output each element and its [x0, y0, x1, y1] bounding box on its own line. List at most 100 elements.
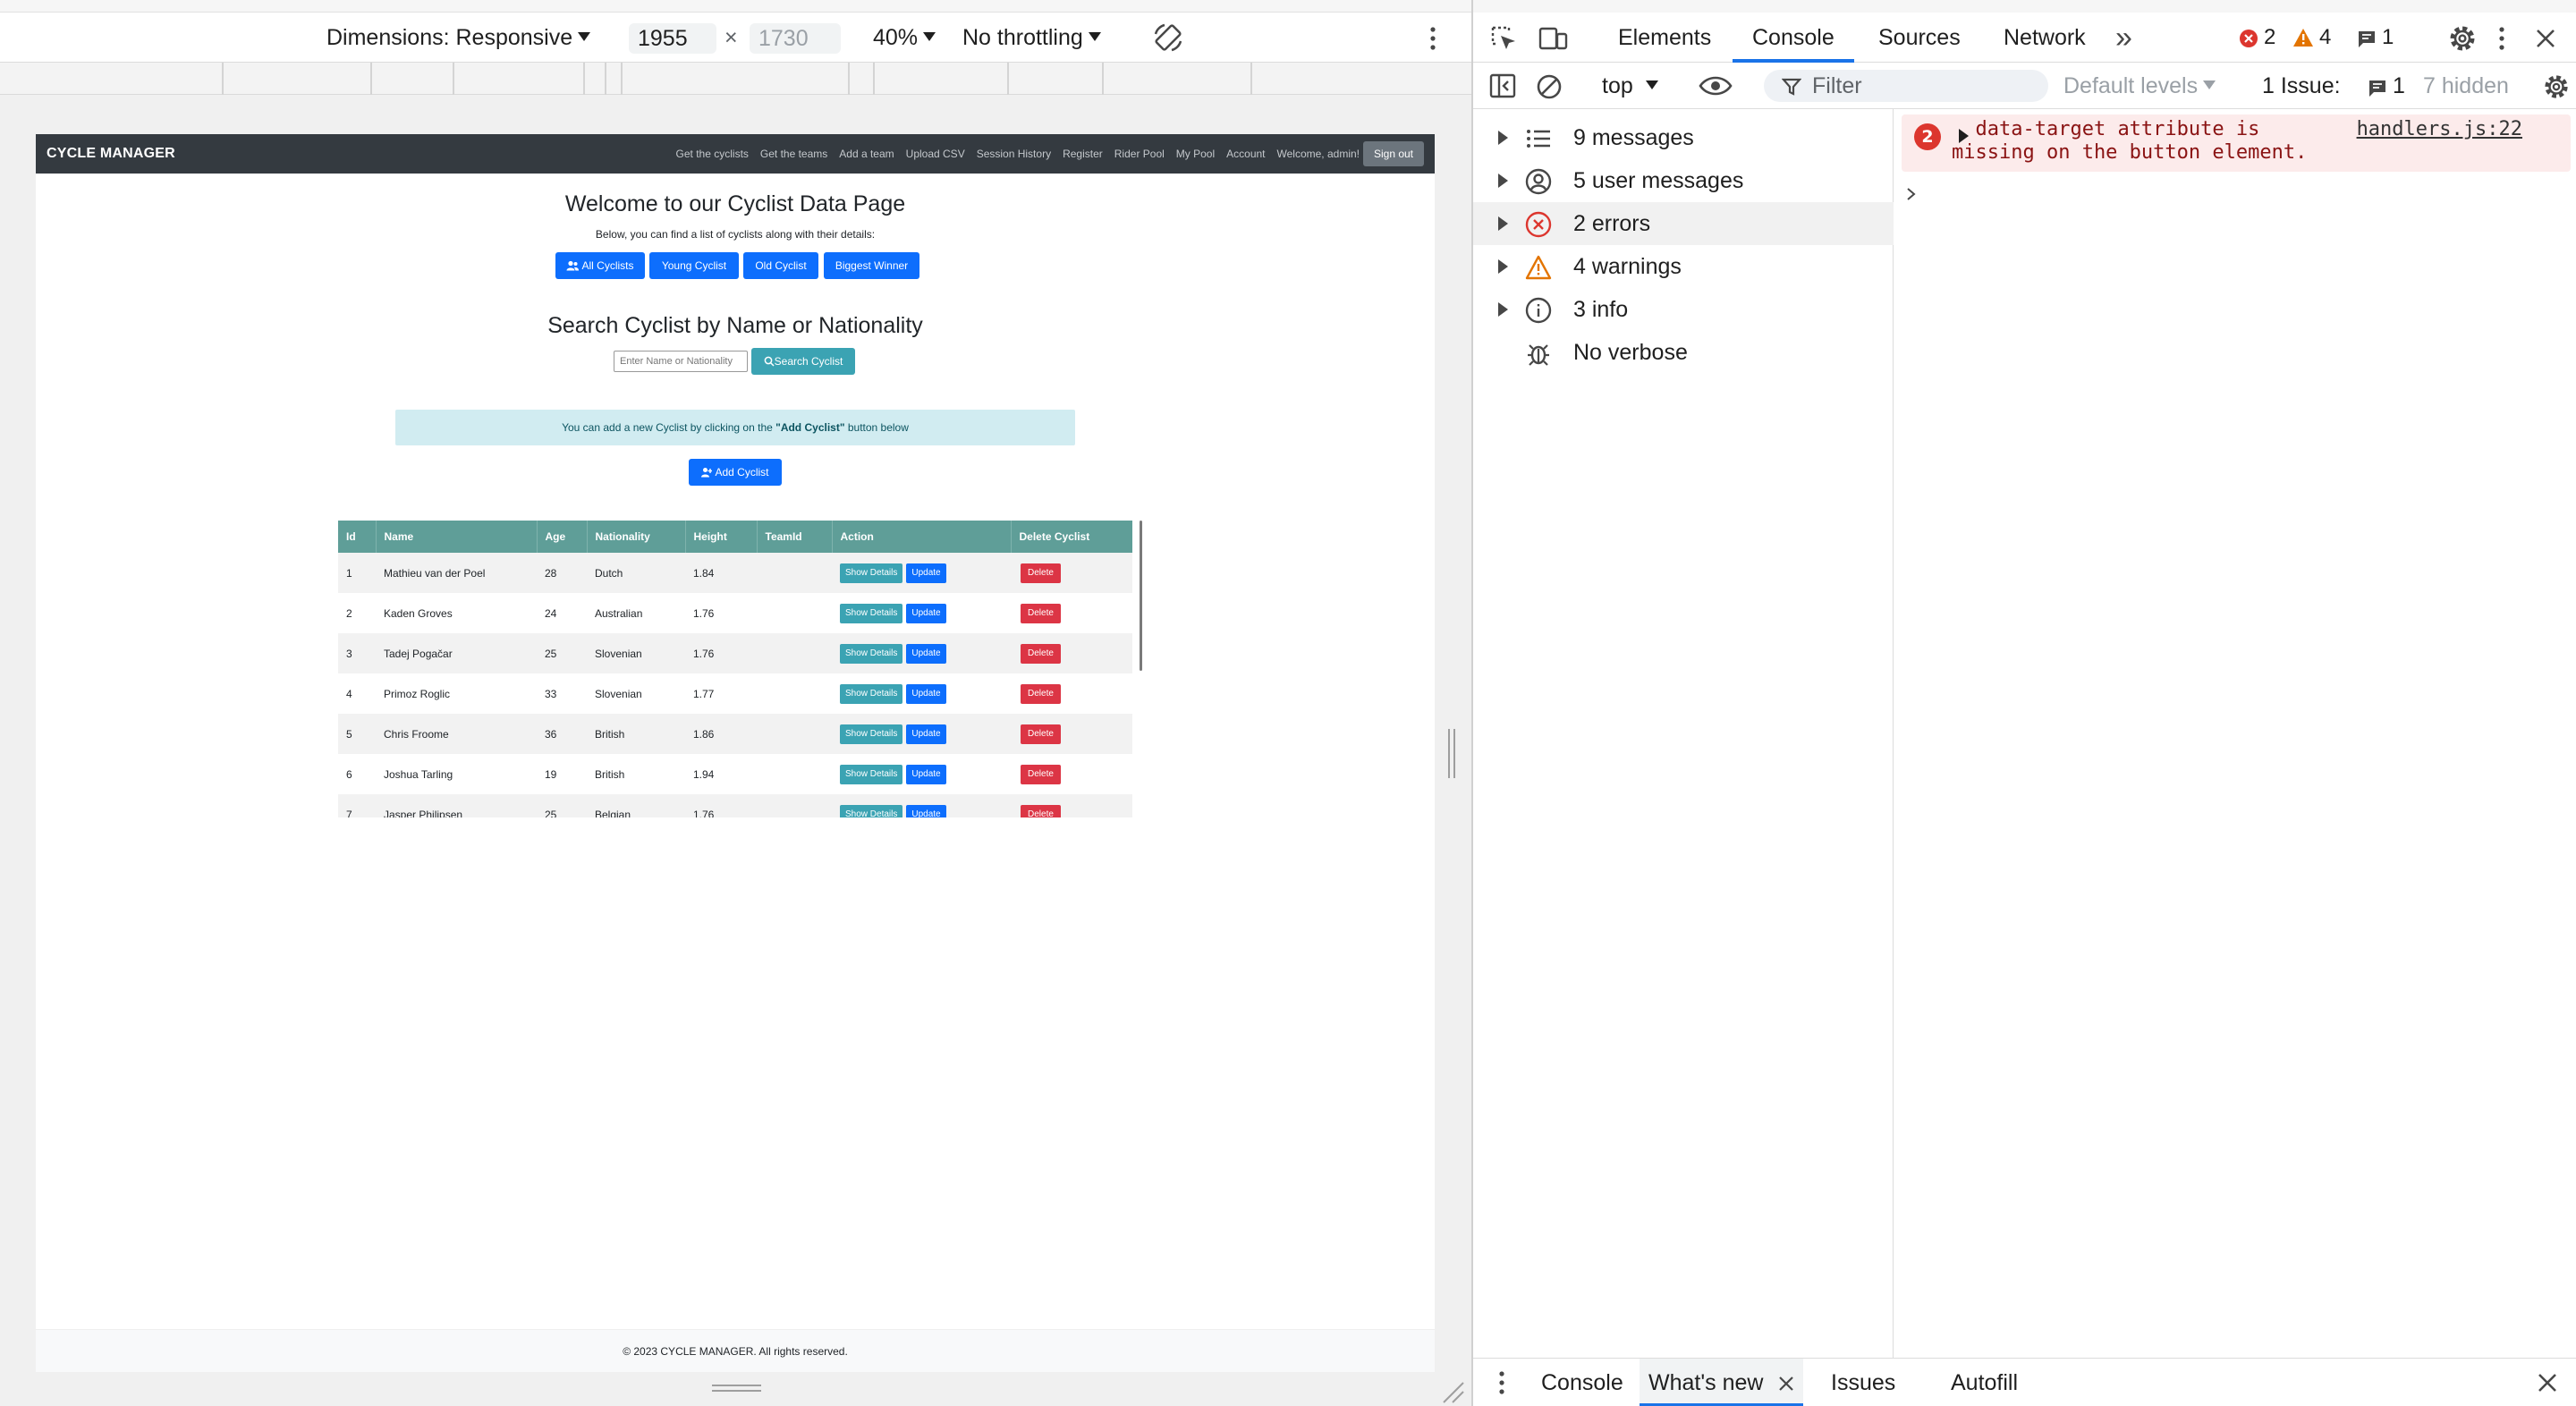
gear-icon[interactable] [2448, 24, 2477, 53]
show-details-button[interactable]: Show Details [840, 804, 903, 817]
tab-elements[interactable]: Elements [1618, 13, 1711, 63]
default-levels-dropdown[interactable]: Default levels [2063, 70, 2216, 102]
message-badge-icon[interactable] [2357, 30, 2377, 49]
more-vert-icon[interactable] [1428, 25, 1438, 52]
show-details-button[interactable]: Show Details [840, 724, 903, 744]
delete-button[interactable]: Delete [1021, 724, 1061, 744]
resize-handle-bottom[interactable] [712, 1385, 761, 1395]
delete-button[interactable]: Delete [1021, 603, 1061, 623]
sidebar-item-info[interactable]: 3 info [1473, 288, 1894, 331]
nav-link-my-pool[interactable]: My Pool [1176, 148, 1215, 160]
brand-logo[interactable]: CYCLE MANAGER [47, 134, 175, 174]
sidebar-item-user-messages[interactable]: 5 user messages [1473, 159, 1894, 202]
cyclist-table-container[interactable]: Id Name Age Nationality Height TeamId Ac… [338, 521, 1138, 817]
warning-badge-icon[interactable] [2292, 28, 2314, 47]
delete-button[interactable]: Delete [1021, 804, 1061, 817]
device-toggle-icon[interactable] [1538, 24, 1568, 53]
delete-button[interactable]: Delete [1021, 643, 1061, 664]
drawer-tab-issues[interactable]: Issues [1831, 1359, 1895, 1406]
nav-link-register[interactable]: Register [1063, 148, 1103, 160]
more-tabs-icon[interactable]: » [2115, 13, 2132, 63]
tab-console[interactable]: Console [1733, 13, 1854, 63]
message-count[interactable]: 1 [2382, 25, 2394, 50]
update-button[interactable]: Update [906, 603, 946, 623]
nav-link-teams[interactable]: Get the teams [760, 148, 827, 160]
console-prompt-icon[interactable] [1903, 184, 1919, 204]
close-tab-icon[interactable] [1778, 1376, 1794, 1392]
search-input[interactable]: Enter Name or Nationality [614, 351, 748, 372]
sign-out-button[interactable]: Sign out [1363, 141, 1424, 166]
drawer-tab-autofill[interactable]: Autofill [1951, 1359, 2018, 1406]
height-input[interactable]: 1730 [750, 23, 841, 54]
sidebar-toggle-icon[interactable] [1489, 73, 1516, 98]
filter-input[interactable]: Filter [1764, 70, 2048, 102]
inspect-element-icon[interactable] [1489, 24, 1518, 53]
expand-arrow-icon[interactable] [1498, 302, 1508, 317]
expand-arrow-icon[interactable] [1498, 259, 1508, 274]
expand-arrow-icon[interactable] [1498, 131, 1508, 145]
close-icon[interactable] [2536, 29, 2555, 48]
update-button[interactable]: Update [906, 764, 946, 784]
cell-name: Chris Froome [384, 727, 449, 741]
drawer-menu-icon[interactable] [1496, 1369, 1507, 1396]
close-drawer-icon[interactable] [2538, 1373, 2557, 1393]
drawer-tab-whats-new[interactable]: What's new [1640, 1359, 1804, 1406]
clear-console-icon[interactable] [1536, 73, 1563, 100]
show-details-button[interactable]: Show Details [840, 603, 903, 623]
sidebar-item-errors[interactable]: 2 errors [1473, 202, 1894, 245]
more-vert-icon[interactable] [2496, 25, 2507, 52]
error-badge-icon[interactable] [2239, 29, 2258, 48]
old-cyclist-button[interactable]: Old Cyclist [743, 252, 818, 279]
zoom-dropdown[interactable]: 40% [873, 21, 936, 54]
nav-link-session-history[interactable]: Session History [977, 148, 1051, 160]
tab-network[interactable]: Network [2004, 13, 2086, 63]
update-button[interactable]: Update [906, 683, 946, 704]
width-input[interactable]: 1955 [629, 23, 716, 54]
delete-button[interactable]: Delete [1021, 563, 1061, 583]
show-details-button[interactable]: Show Details [840, 764, 903, 784]
search-cyclist-button[interactable]: Search Cyclist [751, 348, 855, 375]
all-cyclists-button[interactable]: All Cyclists [555, 252, 645, 279]
dimensions-dropdown[interactable]: Dimensions: Responsive [326, 21, 591, 54]
resize-corner-icon[interactable] [1438, 1377, 1465, 1404]
user-plus-icon [701, 468, 713, 478]
drawer-tab-console[interactable]: Console [1541, 1359, 1623, 1406]
throttling-dropdown[interactable]: No throttling [962, 21, 1101, 54]
nav-link-account[interactable]: Account [1226, 148, 1265, 160]
nav-link-add-team[interactable]: Add a team [839, 148, 894, 160]
biggest-winner-button[interactable]: Biggest Winner [824, 252, 919, 279]
add-cyclist-button[interactable]: Add Cyclist [689, 459, 782, 486]
update-button[interactable]: Update [906, 563, 946, 583]
warning-count[interactable]: 4 [2319, 25, 2331, 50]
update-button[interactable]: Update [906, 804, 946, 817]
issues-count[interactable]: 1 [2393, 70, 2405, 102]
sidebar-item-messages[interactable]: 9 messages [1473, 116, 1894, 159]
context-selector[interactable]: top [1602, 70, 1658, 102]
error-icon [1525, 211, 1552, 238]
expand-arrow-icon[interactable] [1498, 216, 1508, 231]
tab-sources[interactable]: Sources [1878, 13, 1961, 63]
issues-button[interactable]: 1 Issue: [2262, 70, 2341, 102]
show-details-button[interactable]: Show Details [840, 563, 903, 583]
show-details-button[interactable]: Show Details [840, 683, 903, 704]
expand-arrow-icon[interactable] [1498, 174, 1508, 188]
nav-link-cyclists[interactable]: Get the cyclists [676, 148, 749, 160]
sidebar-item-verbose[interactable]: No verbose [1473, 331, 1894, 374]
error-count[interactable]: 2 [2264, 25, 2275, 50]
update-button[interactable]: Update [906, 643, 946, 664]
sidebar-item-warnings[interactable]: 4 warnings [1473, 245, 1894, 288]
table-scrollbar[interactable] [1140, 521, 1142, 671]
resize-handle-right[interactable] [1448, 729, 1455, 778]
nav-link-upload-csv[interactable]: Upload CSV [906, 148, 965, 160]
delete-button[interactable]: Delete [1021, 764, 1061, 784]
show-details-button[interactable]: Show Details [840, 643, 903, 664]
delete-button[interactable]: Delete [1021, 683, 1061, 704]
nav-link-rider-pool[interactable]: Rider Pool [1114, 148, 1165, 160]
rotate-icon[interactable] [1152, 21, 1184, 54]
console-error-message[interactable]: 2 data-target attribute is missing on th… [1902, 114, 2571, 172]
console-settings-icon[interactable] [2543, 73, 2570, 100]
error-source-link[interactable]: handlers.js:22 [2357, 118, 2522, 141]
young-cyclist-button[interactable]: Young Cyclist [649, 252, 739, 279]
eye-icon[interactable] [1699, 75, 1733, 97]
update-button[interactable]: Update [906, 724, 946, 744]
